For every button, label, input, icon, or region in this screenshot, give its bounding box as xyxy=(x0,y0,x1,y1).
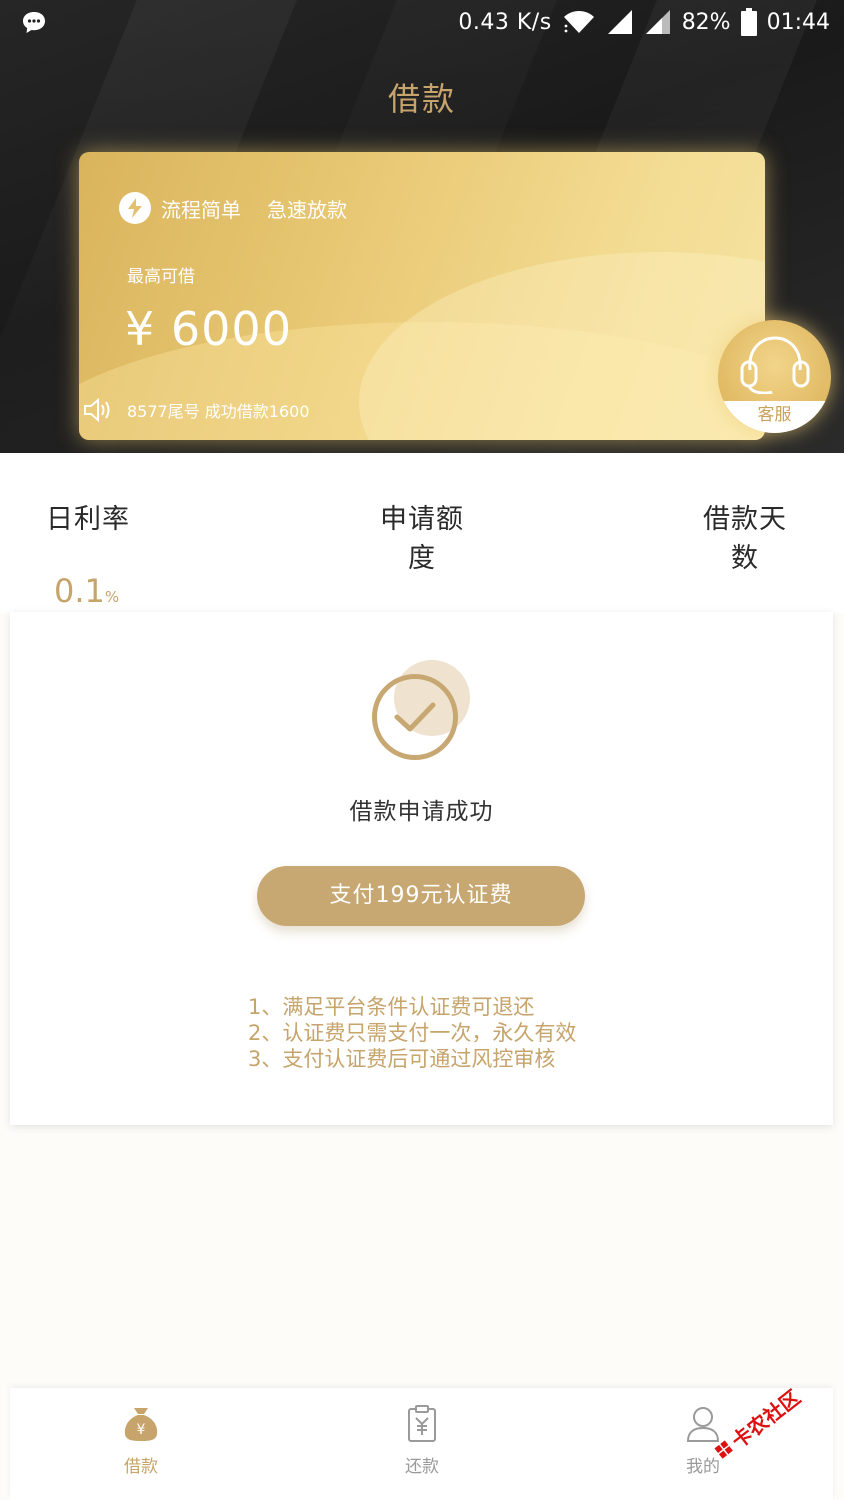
battery-icon xyxy=(740,8,757,36)
loan-card: 流程简单 急速放款 最高可借 ¥ 6000 8577尾号 成功借款1600 xyxy=(79,152,765,440)
network-speed: 0.43 K/s xyxy=(458,9,552,35)
lightning-icon xyxy=(119,192,151,224)
result-panel: 借款申请成功 支付199元认证费 1、满足平台条件认证费可退还 2、认证费只需支… xyxy=(10,612,833,1125)
pay-certification-fee-button[interactable]: 支付199元认证费 xyxy=(257,866,585,926)
note-item: 1、满足平台条件认证费可退还 xyxy=(248,995,535,1019)
card-features: 流程简单 急速放款 xyxy=(119,192,347,224)
header-banner: 0.43 K/s 82% 01:44 借款 流程简单 急速放款 最高可借 ¥ 6… xyxy=(0,0,844,453)
stat-daily-rate: 日利率 0.1% xyxy=(46,497,130,610)
loan-stats: 日利率 0.1% 申请额度 963元 借款天数 7天 xyxy=(0,453,844,649)
stat-label: 借款天数 xyxy=(703,504,787,574)
signal-icon-2 xyxy=(645,10,670,34)
page-title: 借款 xyxy=(387,80,456,118)
status-bar: 0.43 K/s 82% 01:44 xyxy=(0,0,844,46)
speaker-icon xyxy=(84,397,110,423)
customer-service-label: 客服 xyxy=(718,401,831,433)
nav-item-repay[interactable]: 还款 xyxy=(382,1404,462,1477)
wifi-icon xyxy=(563,11,594,33)
watermark-text: 卡农社区 xyxy=(726,1384,805,1453)
note-item: 3、支付认证费后可通过风控审核 xyxy=(248,1047,556,1071)
max-loan-label: 最高可借 xyxy=(127,267,195,287)
notes-list: 1、满足平台条件认证费可退还 2、认证费只需支付一次，永久有效 3、支付认证费后… xyxy=(248,994,576,1072)
nav-label: 还款 xyxy=(405,1457,439,1477)
stat-label: 日利率 xyxy=(46,504,130,535)
message-icon xyxy=(23,12,45,33)
feature-tag-simple: 流程简单 xyxy=(161,197,241,222)
feature-tag-fast: 急速放款 xyxy=(267,197,347,222)
success-message: 借款申请成功 xyxy=(349,799,494,825)
repay-clipboard-icon xyxy=(408,1405,436,1442)
success-check-icon xyxy=(372,660,472,760)
loan-notice-text: 8577尾号 成功借款1600 xyxy=(127,402,310,421)
loan-notice: 8577尾号 成功借款1600 xyxy=(83,397,310,423)
note-item: 2、认证费只需支付一次，永久有效 xyxy=(248,1021,577,1045)
nav-label: 借款 xyxy=(124,1457,158,1477)
nav-item-loan[interactable]: ¥ 借款 xyxy=(101,1404,181,1477)
max-loan-amount: ¥ 6000 xyxy=(125,302,292,356)
headset-icon xyxy=(740,336,810,394)
clock: 01:44 xyxy=(766,9,830,35)
stat-label: 申请额度 xyxy=(380,504,464,574)
customer-service-button[interactable]: 客服 xyxy=(718,320,831,433)
signal-icon xyxy=(607,10,632,34)
svg-text:¥: ¥ xyxy=(137,1422,146,1438)
stat-value: 0.1% xyxy=(54,572,120,610)
battery-percent: 82% xyxy=(681,9,731,35)
money-bag-icon: ¥ xyxy=(124,1408,158,1441)
